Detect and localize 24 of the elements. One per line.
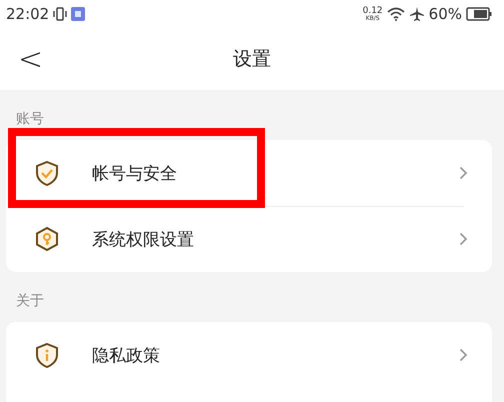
wifi-icon	[386, 7, 405, 21]
battery-icon	[466, 7, 492, 21]
chevron-right-icon	[459, 232, 468, 246]
clock-time: 22:02	[6, 5, 50, 23]
airplane-icon	[408, 6, 425, 22]
network-speed: 0.12	[362, 6, 383, 16]
item-label: 系统权限设置	[92, 228, 195, 250]
settings-item[interactable]: 隐私政策	[6, 322, 492, 388]
chevron-right-icon	[459, 166, 468, 180]
app-notification-icon	[71, 7, 86, 21]
item-label: 隐私政策	[92, 344, 161, 366]
vibrate-icon	[53, 7, 68, 21]
back-button[interactable]: <	[14, 42, 48, 76]
shield-check-icon	[34, 160, 60, 186]
page-title: 设置	[233, 48, 271, 70]
key-hexagon-icon	[34, 226, 60, 252]
shield-info-icon	[34, 342, 60, 368]
settings-item[interactable]: 帐号与安全	[6, 140, 492, 206]
section-label: 关于	[15, 292, 45, 311]
item-label: 帐号与安全	[92, 162, 178, 184]
section-label: 账号	[15, 110, 45, 129]
chevron-right-icon	[459, 348, 468, 362]
battery-percent: 60%	[428, 5, 462, 23]
settings-item[interactable]: 系统权限设置	[6, 206, 492, 272]
